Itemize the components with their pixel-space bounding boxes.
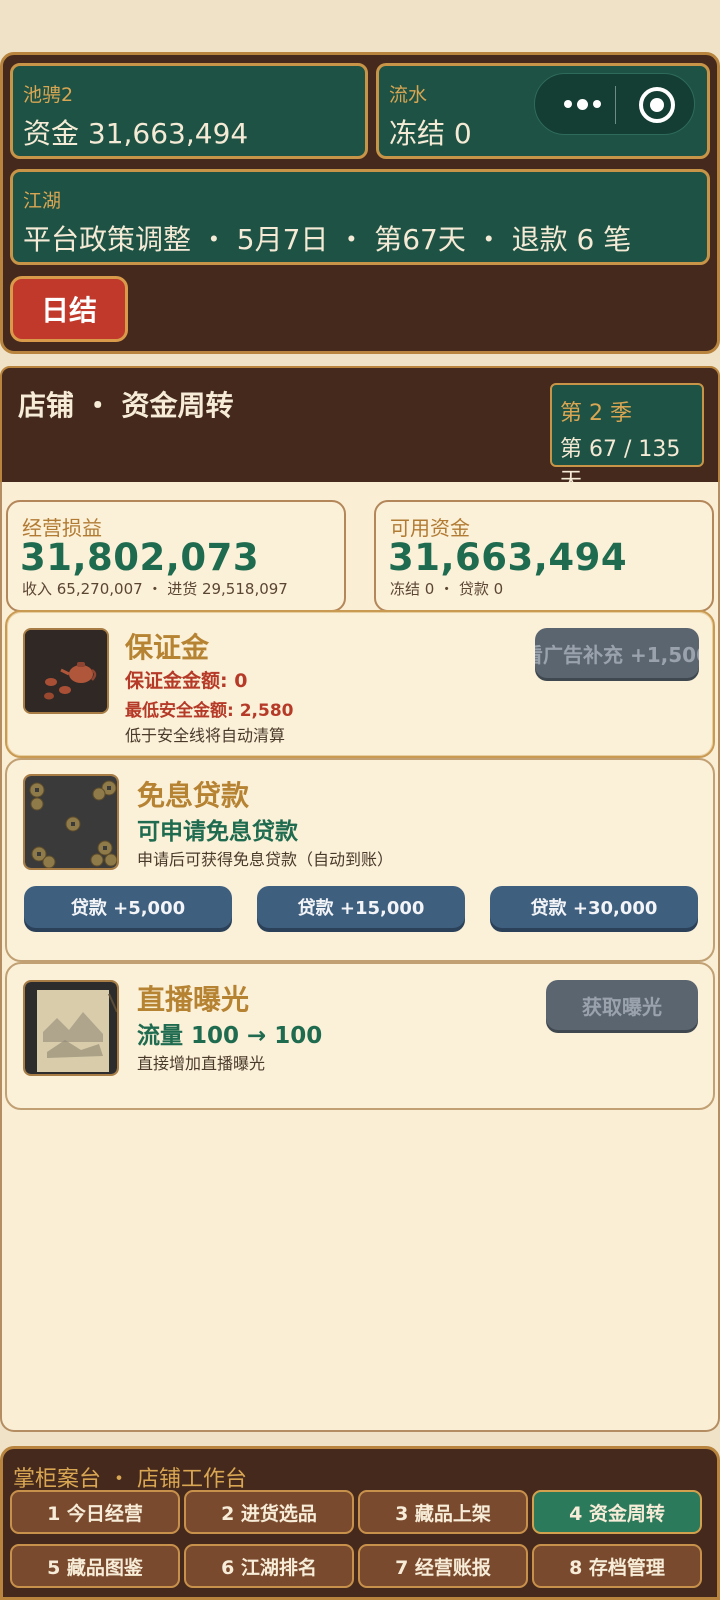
jianghu-label: 江湖 xyxy=(23,190,62,212)
watch-ad-refill-label: 看广告补充 +1,500 xyxy=(535,642,699,667)
available-funds-value: 31,663,494 xyxy=(388,536,628,579)
capsule-divider xyxy=(615,86,616,124)
flow-label: 流水 xyxy=(389,84,428,106)
teapot-image xyxy=(23,628,109,714)
more-icon[interactable] xyxy=(557,88,607,120)
nav-save-management[interactable]: 8 存档管理 xyxy=(532,1544,702,1588)
coins-image xyxy=(23,774,119,870)
deposit-amount: 保证金金额: 0 xyxy=(125,670,248,692)
loan-30000-button[interactable]: 贷款 +30,000 xyxy=(490,886,698,928)
nav-business-report[interactable]: 7 经营账报 xyxy=(358,1544,528,1588)
daily-settle-button[interactable]: 日结 xyxy=(10,276,128,342)
loan-card: 免息贷款 可申请免息贷款 申请后可获得免息贷款（自动到账） 贷款 +5,000 … xyxy=(5,758,715,962)
deposit-note: 低于安全线将自动清算 xyxy=(125,726,286,745)
workbench-caption: 掌柜案台 ・ 店铺工作台 xyxy=(13,1467,247,1492)
nav-collection-catalog[interactable]: 5 藏品图鉴 xyxy=(10,1544,180,1588)
deposit-card: 保证金 保证金金额: 0 最低安全金额: 2,580 低于安全线将自动清算 看广… xyxy=(5,610,715,758)
profit-breakdown: 收入 65,270,007 ・ 进货 29,518,097 xyxy=(22,580,288,598)
live-title: 直播曝光 xyxy=(137,983,250,1016)
nav-list-items[interactable]: 3 藏品上架 xyxy=(358,1490,528,1534)
nav-capital-turnover[interactable]: 4 资金周转 xyxy=(532,1490,702,1534)
loan-status: 可申请免息贷款 xyxy=(137,819,298,845)
close-target-icon[interactable] xyxy=(639,87,675,123)
watch-ad-refill-button[interactable]: 看广告补充 +1,500 xyxy=(535,628,699,678)
miniprogram-capsule xyxy=(534,73,695,135)
available-funds-breakdown: 冻结 0 ・ 贷款 0 xyxy=(390,580,504,598)
deposit-title: 保证金 xyxy=(125,631,210,664)
deposit-min-safe: 最低安全金额: 2,580 xyxy=(125,701,294,721)
available-funds-card: 可用资金 31,663,494 冻结 0 ・ 贷款 0 xyxy=(374,500,714,612)
loan-15000-button[interactable]: 贷款 +15,000 xyxy=(257,886,465,928)
loan-note: 申请后可获得免息贷款（自动到账） xyxy=(137,850,394,869)
profit-value: 31,802,073 xyxy=(20,536,260,579)
profit-card: 经营损益 31,802,073 收入 65,270,007 ・ 进货 29,51… xyxy=(6,500,346,612)
player-funds-box: 池骋2 资金 31,663,494 xyxy=(10,63,368,159)
player-name: 池骋2 xyxy=(23,84,74,106)
painting-image xyxy=(23,980,119,1076)
jianghu-box: 江湖 平台政策调整 ・ 5月7日 ・ 第67天 ・ 退款 6 笔 xyxy=(10,169,710,265)
live-note: 直接增加直播曝光 xyxy=(137,1054,266,1073)
page-title: 店铺 ・ 资金周转 xyxy=(18,389,234,422)
live-exposure-card: 直播曝光 流量 100 → 100 直接增加直播曝光 获取曝光 xyxy=(5,962,715,1110)
event-line: 平台政策调整 ・ 5月7日 ・ 第67天 ・ 退款 6 笔 xyxy=(23,223,632,256)
loan-title: 免息贷款 xyxy=(137,779,250,812)
season-label: 第 2 季 xyxy=(560,401,632,426)
season-badge: 第 2 季 第 67 / 135 天 xyxy=(550,383,704,494)
get-exposure-button[interactable]: 获取曝光 xyxy=(546,980,698,1030)
nav-purchase-selection[interactable]: 2 进货选品 xyxy=(184,1490,354,1534)
nav-jianghu-ranking[interactable]: 6 江湖排名 xyxy=(184,1544,354,1588)
nav-today-business[interactable]: 1 今日经营 xyxy=(10,1490,180,1534)
funds-text: 资金 31,663,494 xyxy=(23,117,249,150)
live-traffic: 流量 100 → 100 xyxy=(137,1023,323,1049)
loan-5000-button[interactable]: 贷款 +5,000 xyxy=(24,886,232,928)
frozen-text: 冻结 0 xyxy=(389,117,472,150)
